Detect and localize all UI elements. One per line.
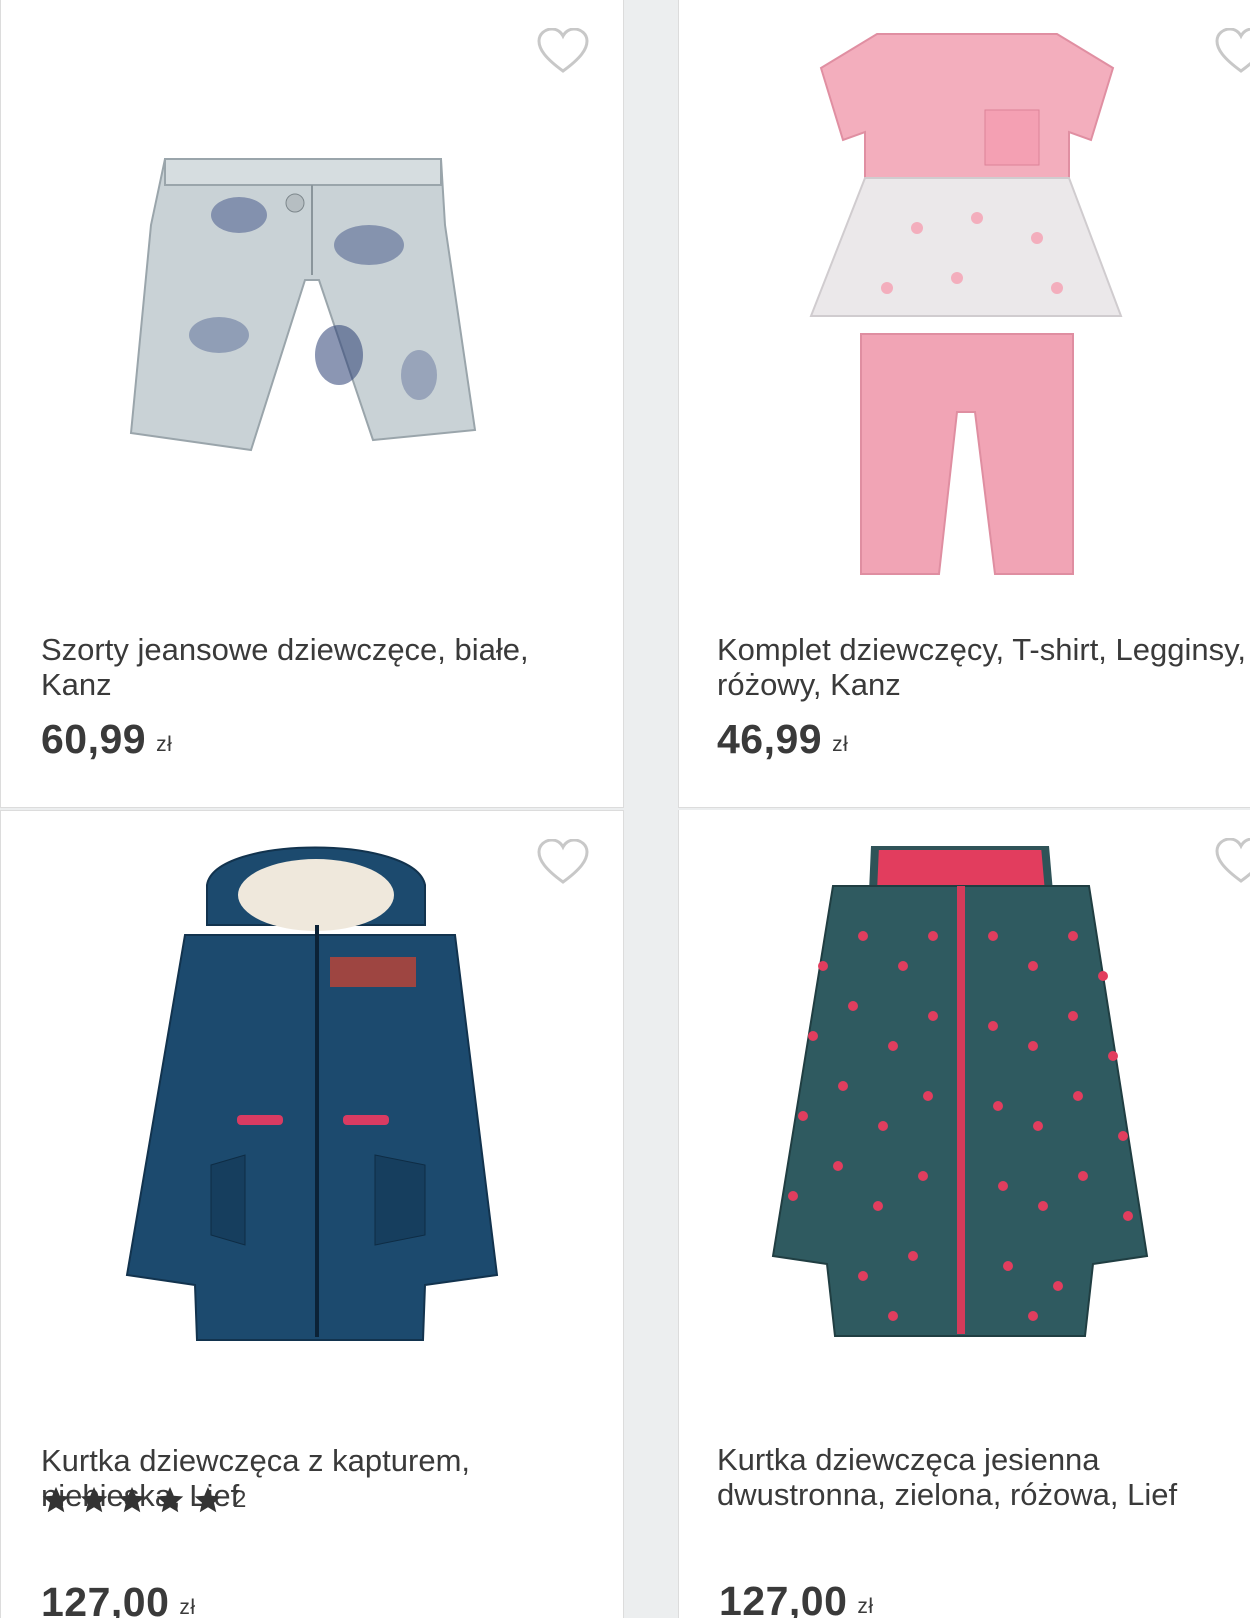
rating-count: 2 xyxy=(233,1486,247,1513)
heart-outline-icon[interactable] xyxy=(537,28,589,74)
product-card[interactable]: Szorty jeansowe dziewczęce, białe, Kanz … xyxy=(0,0,624,808)
product-price: 127,00 zł xyxy=(41,1579,196,1618)
navy-parka-image[interactable] xyxy=(125,825,515,1350)
heart-outline-icon[interactable] xyxy=(1215,838,1250,884)
product-price: 127,00 zł xyxy=(719,1578,874,1618)
product-price: 60,99 zł xyxy=(41,716,173,762)
star-icon xyxy=(42,1486,70,1513)
product-card[interactable]: Komplet dziewczęcy, T-shirt, Legginsy, r… xyxy=(678,0,1250,808)
product-price: 46,99 zł xyxy=(717,716,849,762)
product-title[interactable]: Szorty jeansowe dziewczęce, białe, Kanz xyxy=(41,632,601,702)
heart-outline-icon[interactable] xyxy=(537,839,589,885)
product-card[interactable]: Kurtka dziewczęca jesienna dwustronna, z… xyxy=(678,810,1250,1618)
star-icon xyxy=(156,1486,184,1513)
product-card[interactable]: Kurtka dziewczęca z kapturem, niebieska,… xyxy=(0,810,624,1618)
pink-outfit-image[interactable] xyxy=(807,28,1127,598)
star-icon xyxy=(194,1486,222,1513)
denim-shorts-image[interactable] xyxy=(129,155,479,455)
product-title[interactable]: Komplet dziewczęcy, T-shirt, Legginsy, r… xyxy=(717,632,1247,702)
star-icon xyxy=(118,1486,146,1513)
heart-outline-icon[interactable] xyxy=(1215,28,1250,74)
rating-stars: 2 xyxy=(41,1485,246,1515)
star-icon xyxy=(80,1486,108,1513)
teal-dotted-jacket-image[interactable] xyxy=(763,846,1159,1346)
product-title[interactable]: Kurtka dziewczęca jesienna dwustronna, z… xyxy=(717,1442,1247,1512)
